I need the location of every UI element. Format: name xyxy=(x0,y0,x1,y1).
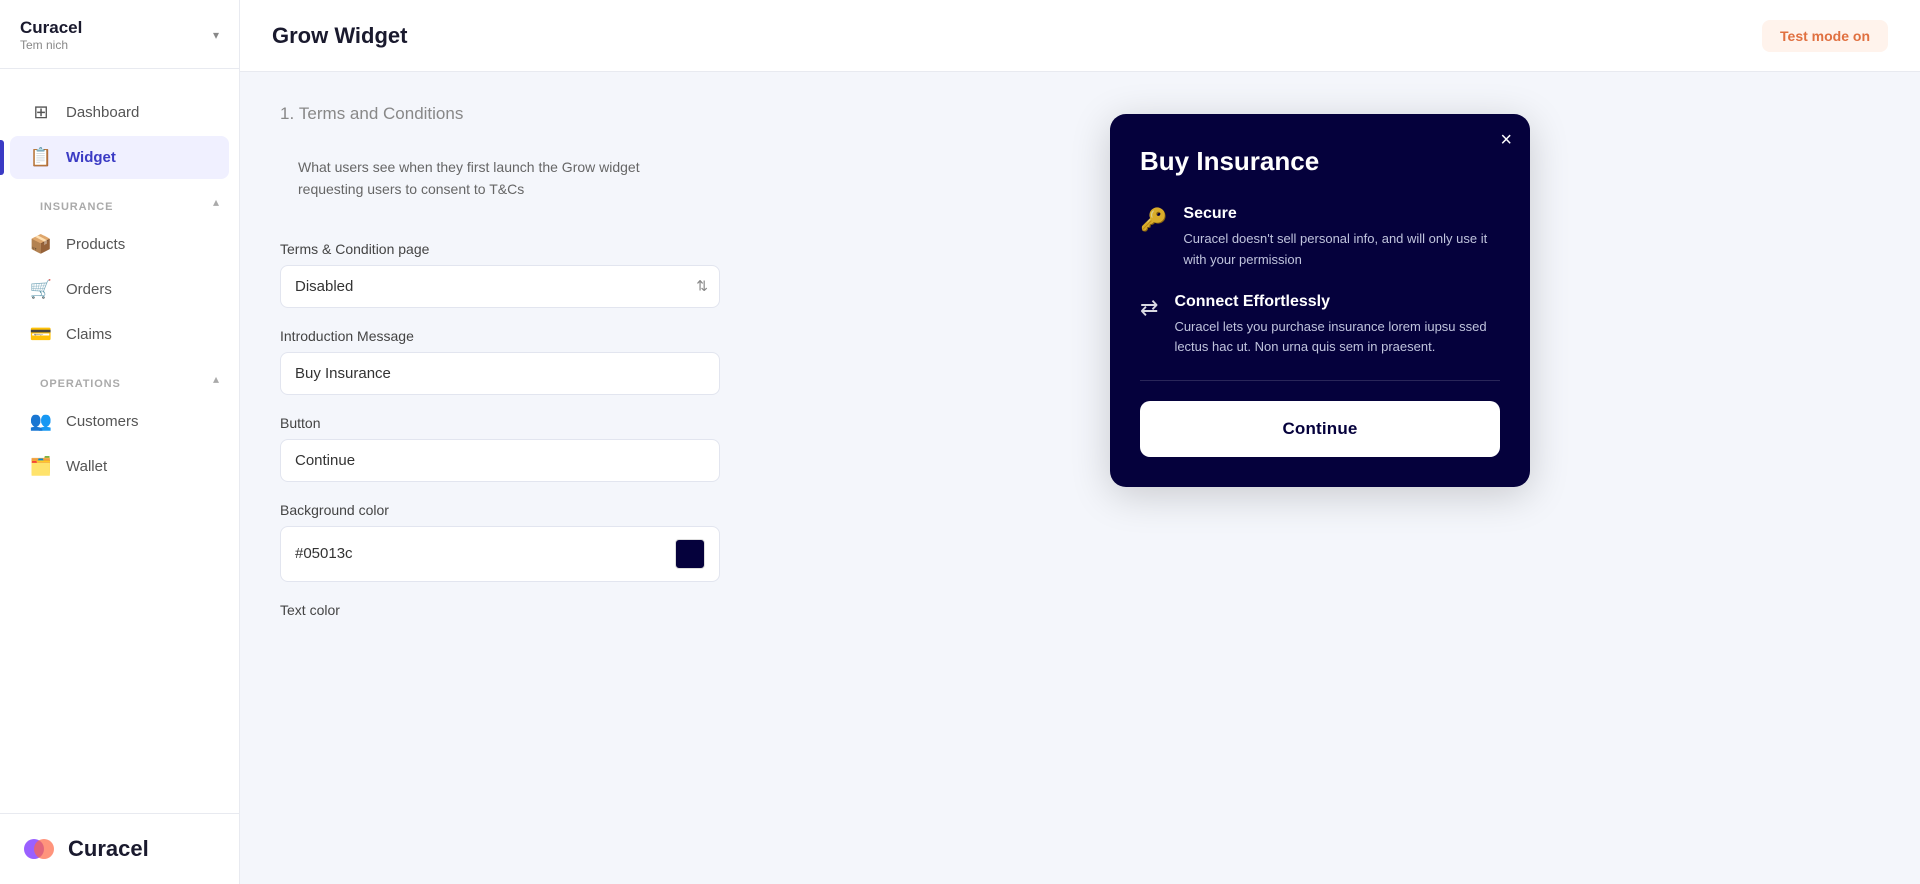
terms-select-wrapper: Disabled Enabled ⇅ xyxy=(280,265,720,308)
bg-color-swatch[interactable] xyxy=(675,539,705,569)
button-label: Button xyxy=(280,415,720,431)
sidebar-item-label: Widget xyxy=(66,149,116,166)
widget-feature-connect-desc: Curacel lets you purchase insurance lore… xyxy=(1174,317,1500,359)
form-panel: 1. Terms and Conditions What users see w… xyxy=(280,104,720,852)
chevron-down-icon: ▾ xyxy=(213,28,219,42)
sidebar-item-label: Dashboard xyxy=(66,104,139,121)
wallet-icon: 🗂️ xyxy=(30,456,52,477)
widget-feature-connect-title: Connect Effortlessly xyxy=(1174,293,1500,311)
intro-input[interactable] xyxy=(280,352,720,395)
logo-text: Curacel xyxy=(68,836,149,862)
orders-icon: 🛒 xyxy=(30,279,52,300)
widget-icon: 📋 xyxy=(30,147,52,168)
claims-icon: 💳 xyxy=(30,324,52,345)
intro-label: Introduction Message xyxy=(280,328,720,344)
section-title-text: Terms and Conditions xyxy=(299,104,463,123)
widget-divider xyxy=(1140,380,1500,381)
sidebar-item-label: Wallet xyxy=(66,458,107,475)
sidebar-item-orders[interactable]: 🛒 Orders xyxy=(10,268,229,311)
description-box: What users see when they first launch th… xyxy=(280,140,720,217)
widget-title: Buy Insurance xyxy=(1140,146,1500,177)
connect-icon: ⇄ xyxy=(1140,295,1158,359)
sidebar-item-customers[interactable]: 👥 Customers xyxy=(10,400,229,443)
widget-continue-button[interactable]: Continue xyxy=(1140,401,1500,457)
sidebar-nav: ⊞ Dashboard 📋 Widget INSURANCE ▴ 📦 Produ… xyxy=(0,69,239,813)
customers-icon: 👥 xyxy=(30,411,52,432)
bg-color-wrapper: #05013c xyxy=(280,526,720,582)
sidebar: Curacel Tem nich ▾ ⊞ Dashboard 📋 Widget … xyxy=(0,0,240,884)
sidebar-item-wallet[interactable]: 🗂️ Wallet xyxy=(10,445,229,488)
insurance-section-label: INSURANCE xyxy=(20,187,133,217)
sidebar-item-label: Orders xyxy=(66,281,112,298)
widget-feature-secure-title: Secure xyxy=(1183,205,1500,223)
dashboard-icon: ⊞ xyxy=(30,102,52,123)
main-content: Grow Widget Test mode on 1. Terms and Co… xyxy=(240,0,1920,884)
button-input[interactable] xyxy=(280,439,720,482)
widget-feature-secure-desc: Curacel doesn't sell personal info, and … xyxy=(1183,229,1500,271)
preview-panel: × Buy Insurance 🔑 Secure Curacel doesn't… xyxy=(760,104,1880,852)
widget-feature-secure: 🔑 Secure Curacel doesn't sell personal i… xyxy=(1140,205,1500,271)
brand-name: Curacel xyxy=(20,18,82,38)
test-mode-button[interactable]: Test mode on xyxy=(1762,20,1888,52)
description-text: What users see when they first launch th… xyxy=(298,159,640,197)
button-field-group: Button xyxy=(280,415,720,482)
widget-feature-connect-content: Connect Effortlessly Curacel lets you pu… xyxy=(1174,293,1500,359)
operations-section-header: OPERATIONS ▴ xyxy=(0,358,239,398)
chevron-up-icon: ▴ xyxy=(213,372,219,386)
products-icon: 📦 xyxy=(30,234,52,255)
intro-field-group: Introduction Message xyxy=(280,328,720,395)
page-title: Grow Widget xyxy=(272,23,407,49)
key-icon: 🔑 xyxy=(1140,207,1167,271)
widget-close-button[interactable]: × xyxy=(1500,130,1512,150)
sidebar-item-dashboard[interactable]: ⊞ Dashboard xyxy=(10,91,229,134)
curacel-logo-icon xyxy=(20,830,58,868)
sidebar-item-label: Claims xyxy=(66,326,112,343)
brand-subtitle: Tem nich xyxy=(20,38,82,52)
widget-preview: × Buy Insurance 🔑 Secure Curacel doesn't… xyxy=(1110,114,1530,487)
terms-label: Terms & Condition page xyxy=(280,241,720,257)
widget-feature-secure-content: Secure Curacel doesn't sell personal inf… xyxy=(1183,205,1500,271)
insurance-section-header: INSURANCE ▴ xyxy=(0,181,239,221)
sidebar-logo: Curacel xyxy=(0,813,239,884)
section-number: 1. xyxy=(280,104,294,123)
sidebar-item-widget[interactable]: 📋 Widget xyxy=(10,136,229,179)
sidebar-brand[interactable]: Curacel Tem nich ▾ xyxy=(0,0,239,69)
sidebar-item-label: Customers xyxy=(66,413,139,430)
terms-select[interactable]: Disabled Enabled xyxy=(280,265,720,308)
topbar: Grow Widget Test mode on xyxy=(240,0,1920,72)
bg-color-field-group: Background color #05013c xyxy=(280,502,720,582)
text-color-field-group: Text color xyxy=(280,602,720,618)
sidebar-item-products[interactable]: 📦 Products xyxy=(10,223,229,266)
chevron-up-icon: ▴ xyxy=(213,195,219,209)
terms-field-group: Terms & Condition page Disabled Enabled … xyxy=(280,241,720,308)
section-title: 1. Terms and Conditions xyxy=(280,104,720,124)
text-color-label: Text color xyxy=(280,602,720,618)
widget-feature-connect: ⇄ Connect Effortlessly Curacel lets you … xyxy=(1140,293,1500,359)
operations-section-label: OPERATIONS xyxy=(20,364,141,394)
bg-color-value: #05013c xyxy=(295,545,665,562)
content-area: 1. Terms and Conditions What users see w… xyxy=(240,72,1920,884)
sidebar-item-claims[interactable]: 💳 Claims xyxy=(10,313,229,356)
bg-color-label: Background color xyxy=(280,502,720,518)
sidebar-item-label: Products xyxy=(66,236,125,253)
